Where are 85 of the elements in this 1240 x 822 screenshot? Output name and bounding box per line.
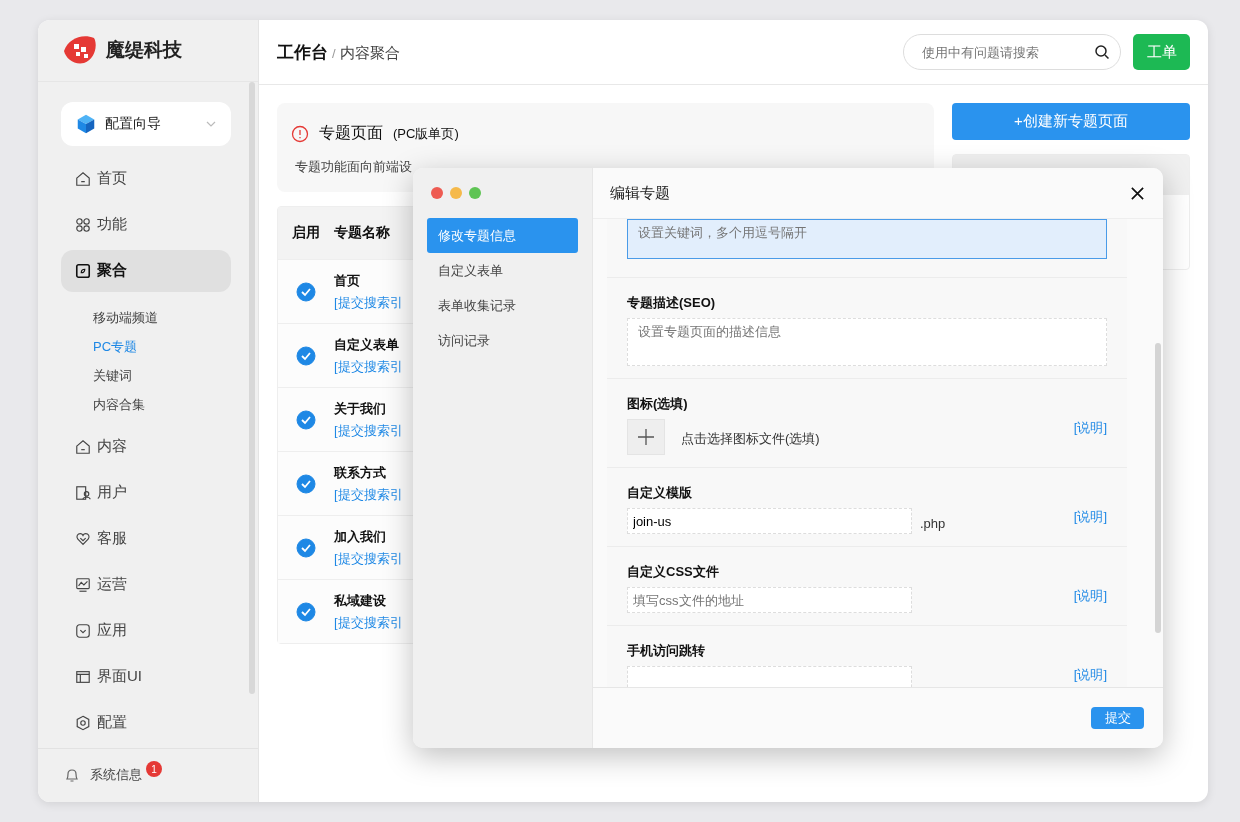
scrollbar[interactable] xyxy=(249,81,255,694)
notice-title: 专题页面 xyxy=(319,123,383,143)
notification-label[interactable]: 系统信息 xyxy=(90,766,142,785)
dialog-tab[interactable]: 表单收集记录 xyxy=(427,288,578,323)
help-link[interactable]: [说明] xyxy=(1073,419,1107,437)
help-link[interactable]: [说明] xyxy=(1073,508,1107,526)
checkbox[interactable] xyxy=(296,537,316,558)
user-icon xyxy=(75,484,91,501)
submit-search-link[interactable]: [提交搜索引 xyxy=(334,549,403,568)
text-area[interactable]: 设置关键词，多个用逗号隔开 xyxy=(627,219,1107,259)
input-field[interactable]: 填写css文件的地址 xyxy=(627,587,912,613)
nav-item[interactable]: 用户 xyxy=(61,471,231,514)
info-icon xyxy=(291,124,309,143)
notice-subtitle: (PC版单页) xyxy=(393,124,459,143)
nav-item[interactable]: 首页 xyxy=(61,157,231,200)
notice-text: 专题功能面向前端设 xyxy=(294,158,413,176)
notification-count: 1 xyxy=(146,761,162,778)
search-icon[interactable] xyxy=(1094,44,1110,60)
chart-icon xyxy=(75,576,91,593)
maximize-window-icon[interactable] xyxy=(469,187,481,199)
topic-name: 私域建设 xyxy=(334,591,387,610)
wizard-dropdown[interactable]: 配置向导 xyxy=(61,101,231,146)
topic-name: 首页 xyxy=(334,271,361,290)
bell-icon xyxy=(64,767,80,784)
scrollbar[interactable] xyxy=(1155,343,1161,633)
breadcrumb-item: 内容聚合 xyxy=(339,43,400,63)
submit-search-link[interactable]: [提交搜索引 xyxy=(334,485,403,504)
nav-item[interactable]: 聚合 xyxy=(61,249,231,292)
close-window-icon[interactable] xyxy=(431,187,443,199)
field-label: 专题描述(SEO) xyxy=(627,294,717,312)
nav-item[interactable]: 界面UI xyxy=(61,655,231,698)
submit-search-link[interactable]: [提交搜索引 xyxy=(334,357,403,376)
checkbox[interactable] xyxy=(296,601,316,622)
help-link[interactable]: [说明] xyxy=(1073,666,1107,684)
close-icon[interactable] xyxy=(1130,185,1145,201)
cube-icon xyxy=(75,112,97,135)
help-link[interactable]: [说明] xyxy=(1073,587,1107,605)
column-header: 启用 xyxy=(291,224,321,242)
input-field[interactable] xyxy=(627,666,912,687)
logo-icon xyxy=(62,35,98,66)
box-icon xyxy=(75,262,91,279)
input-field[interactable]: join-us xyxy=(627,508,912,534)
home-icon xyxy=(75,170,91,187)
field-label: 自定义模版 xyxy=(627,484,693,502)
field-label: 自定义CSS文件 xyxy=(627,563,720,581)
nav-item[interactable]: 内容 xyxy=(61,425,231,468)
field-label: 手机访问跳转 xyxy=(627,642,706,660)
nav-item[interactable]: 配置 xyxy=(61,701,231,744)
home-icon xyxy=(75,438,91,455)
field-label: 图标(选填) xyxy=(627,395,689,413)
submenu-item[interactable]: 移动端频道 xyxy=(93,303,158,333)
submenu-item[interactable]: 内容合集 xyxy=(93,390,145,420)
submit-search-link[interactable]: [提交搜索引 xyxy=(334,293,403,312)
nav-item[interactable]: 客服 xyxy=(61,517,231,560)
topic-name: 联系方式 xyxy=(334,463,387,482)
topic-name: 加入我们 xyxy=(334,527,387,546)
checkbox[interactable] xyxy=(296,473,316,494)
submenu-item[interactable]: 关键词 xyxy=(93,361,132,391)
submit-search-link[interactable]: [提交搜索引 xyxy=(334,613,403,632)
dialog-tab[interactable]: 自定义表单 xyxy=(427,253,578,288)
breadcrumb-item[interactable]: 工作台 xyxy=(277,40,328,64)
upload-hint: 点击选择图标文件(选填) xyxy=(681,430,820,448)
nav-item[interactable]: 应用 xyxy=(61,609,231,652)
add-file-button[interactable] xyxy=(627,419,665,455)
dialog-tab[interactable]: 访问记录 xyxy=(427,323,578,358)
input-suffix: .php xyxy=(920,515,946,531)
search-field[interactable]: 使用中有问题请搜索 xyxy=(903,34,1121,70)
plus-icon xyxy=(636,427,656,447)
heart-icon xyxy=(75,530,91,547)
checkbox[interactable] xyxy=(296,345,316,366)
breadcrumb-separator: / xyxy=(332,45,336,61)
layout-icon xyxy=(75,668,91,685)
grid-icon xyxy=(75,216,91,233)
nav-item[interactable]: 运营 xyxy=(61,563,231,606)
column-header: 专题名称 xyxy=(334,224,390,242)
app-icon xyxy=(75,622,91,639)
nav-item[interactable]: 功能 xyxy=(61,203,231,246)
submit-search-link[interactable]: [提交搜索引 xyxy=(334,421,403,440)
checkbox[interactable] xyxy=(296,281,316,302)
brand-name: 魔缇科技 xyxy=(106,38,182,63)
dialog-title: 编辑专题 xyxy=(610,183,670,203)
topic-name: 自定义表单 xyxy=(334,335,400,354)
topic-name: 关于我们 xyxy=(334,399,387,418)
checkbox[interactable] xyxy=(296,409,316,430)
settings-icon xyxy=(75,714,91,731)
